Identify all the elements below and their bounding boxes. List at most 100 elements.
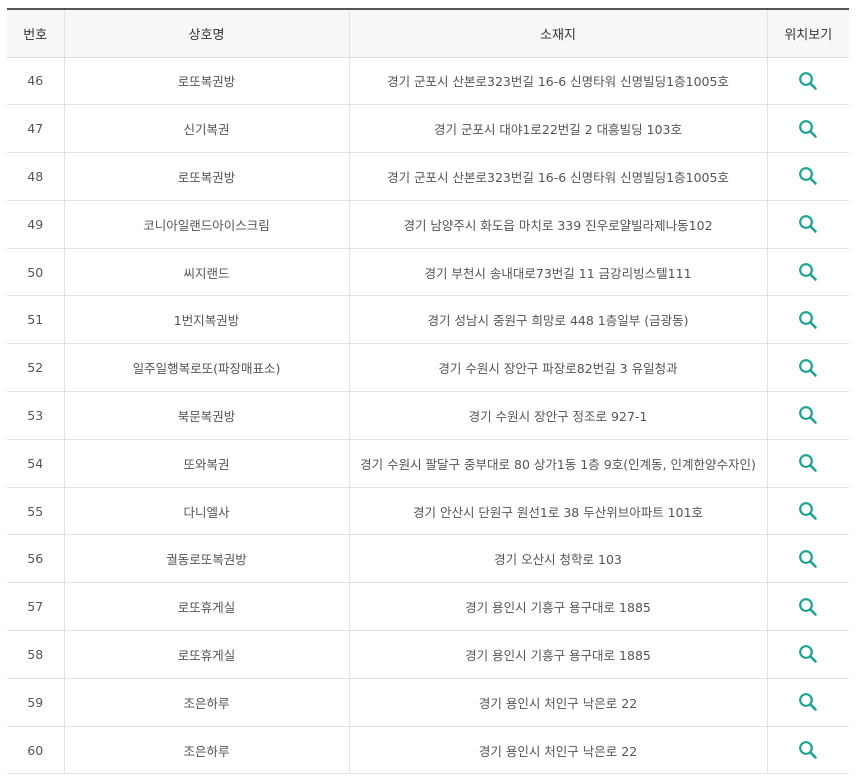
view-location-button[interactable] (794, 640, 822, 668)
view-location-button[interactable] (794, 162, 822, 190)
row-no: 55 (7, 487, 64, 536)
table-row: 59 조은하루 경기 용인시 처인구 낙은로 22 (7, 678, 849, 727)
map-cell (766, 343, 849, 393)
table-row: 49 코니아일랜드아이스크림 경기 남양주시 화도읍 마치로 339 진우로얄빌라제… (7, 200, 849, 249)
table-row: 52 일주일행복로또(파장매표소) 경기 수원시 장안구 파장로82번길 3 유일청… (7, 343, 849, 393)
search-icon (799, 310, 818, 329)
table-row: 56 궐동로또복권방 경기 오산시 청학로 103 (7, 534, 849, 584)
row-no: 54 (7, 439, 64, 488)
store-name: 1번지복권방 (63, 295, 349, 345)
store-address: 경기 용인시 처인구 낙은로 22 (348, 726, 767, 775)
store-name: 조은하루 (63, 726, 349, 775)
table-row: 54 또와복권 경기 수원시 팔달구 중부대로 80 상가1동 1층 9호(인계동,… (7, 439, 849, 488)
header-name: 상호명 (63, 8, 349, 58)
store-name: 씨지랜드 (63, 248, 349, 297)
search-icon (799, 502, 818, 520)
view-location-button[interactable] (794, 401, 822, 429)
view-location-button[interactable] (794, 449, 822, 477)
table-row: 55 다니엘사 경기 안산시 단원구 원선1로 38 두산위브아파트 101호 (7, 487, 849, 536)
search-icon (799, 167, 818, 186)
store-address: 경기 용인시 기흥구 용구대로 1885 (348, 582, 767, 632)
table-header: 번호 상호명 소재지 위치보기 (7, 8, 849, 58)
table-row: 47 신기복권 경기 군포시 대야1로22번길 2 대흥빌딩 103호 (7, 104, 849, 154)
store-address: 경기 안산시 단원구 원선1로 38 두산위브아파트 101호 (348, 487, 767, 536)
view-location-button[interactable] (794, 593, 822, 621)
store-list: 번호 상호명 소재지 위치보기 46 로또복권방 경기 군포시 산본로323번길 1… (7, 8, 849, 775)
map-cell (766, 582, 849, 632)
search-icon (799, 358, 818, 377)
table-row: 50 씨지랜드 경기 부천시 송내대로73번길 11 금강리빙스텔111 (7, 248, 849, 297)
search-icon (799, 406, 818, 425)
store-address: 경기 수원시 팔달구 중부대로 80 상가1동 1층 9호(인계동, 인계한양수… (348, 439, 767, 488)
view-location-button[interactable] (794, 497, 822, 525)
header-row: 번호 상호명 소재지 위치보기 (7, 8, 849, 58)
table-row: 60 조은하루 경기 용인시 처인구 낙은로 22 (7, 726, 849, 775)
map-cell (766, 487, 849, 536)
store-address: 경기 부천시 송내대로73번길 11 금강리빙스텔111 (348, 248, 767, 297)
search-icon (799, 549, 818, 568)
search-icon (799, 597, 818, 616)
row-no: 53 (7, 391, 64, 440)
store-address: 경기 오산시 청학로 103 (348, 534, 767, 584)
store-address: 경기 용인시 기흥구 용구대로 1885 (348, 630, 767, 679)
view-location-button[interactable] (794, 545, 822, 573)
map-cell (766, 295, 849, 345)
map-cell (766, 391, 849, 440)
view-location-button[interactable] (794, 258, 822, 286)
row-no: 59 (7, 678, 64, 727)
map-cell (766, 630, 849, 679)
search-icon (799, 741, 818, 759)
search-icon (799, 454, 818, 473)
view-location-button[interactable] (794, 354, 822, 382)
row-no: 57 (7, 582, 64, 632)
map-cell (766, 248, 849, 297)
row-no: 51 (7, 295, 64, 345)
view-location-button[interactable] (794, 210, 822, 238)
map-cell (766, 534, 849, 584)
store-name: 또와복권 (63, 439, 349, 488)
row-no: 60 (7, 726, 64, 775)
store-name: 로또복권방 (63, 57, 349, 106)
store-name: 다니엘사 (63, 487, 349, 536)
view-location-button[interactable] (794, 115, 822, 143)
store-name: 로또휴게실 (63, 630, 349, 679)
table-row: 46 로또복권방 경기 군포시 산본로323번길 16-6 신명타워 신명빌딩1층1… (7, 57, 849, 106)
search-icon (799, 71, 818, 90)
view-location-button[interactable] (794, 688, 822, 716)
table-row: 58 로또휴게실 경기 용인시 기흥구 용구대로 1885 (7, 630, 849, 679)
search-icon (799, 215, 818, 234)
row-no: 48 (7, 152, 64, 201)
store-address: 경기 수원시 장안구 파장로82번길 3 유일청과 (348, 343, 767, 393)
store-name: 코니아일랜드아이스크림 (63, 200, 349, 249)
row-no: 46 (7, 57, 64, 106)
store-address: 경기 군포시 대야1로22번길 2 대흥빌딩 103호 (348, 104, 767, 154)
map-cell (766, 726, 849, 775)
row-no: 50 (7, 248, 64, 297)
store-name: 신기복권 (63, 104, 349, 154)
table-row: 57 로또휴게실 경기 용인시 기흥구 용구대로 1885 (7, 582, 849, 632)
view-location-button[interactable] (794, 306, 822, 334)
row-no: 47 (7, 104, 64, 154)
map-cell (766, 200, 849, 249)
view-location-button[interactable] (794, 67, 822, 95)
header-map: 위치보기 (766, 8, 849, 58)
store-table: 번호 상호명 소재지 위치보기 46 로또복권방 경기 군포시 산본로323번길 1… (7, 8, 849, 775)
search-icon (799, 693, 818, 712)
search-icon (799, 119, 818, 138)
map-cell (766, 57, 849, 106)
store-address: 경기 수원시 장안구 정조로 927-1 (348, 391, 767, 440)
store-address: 경기 군포시 산본로323번길 16-6 신명타워 신명빌딩1층1005호 (348, 152, 767, 201)
table-row: 48 로또복권방 경기 군포시 산본로323번길 16-6 신명타워 신명빌딩1층1… (7, 152, 849, 201)
row-no: 52 (7, 343, 64, 393)
view-location-button[interactable] (794, 736, 822, 764)
map-cell (766, 678, 849, 727)
store-address: 경기 용인시 처인구 낙은로 22 (348, 678, 767, 727)
table-row: 53 북문복권방 경기 수원시 장안구 정조로 927-1 (7, 391, 849, 440)
store-name: 조은하루 (63, 678, 349, 727)
store-address: 경기 남양주시 화도읍 마치로 339 진우로얄빌라제나동102 (348, 200, 767, 249)
store-address: 경기 성남시 중원구 희망로 448 1층일부 (금광동) (348, 295, 767, 345)
map-cell (766, 439, 849, 488)
header-no: 번호 (7, 8, 64, 58)
search-icon (799, 263, 818, 281)
table-row: 51 1번지복권방 경기 성남시 중원구 희망로 448 1층일부 (금광동) (7, 295, 849, 345)
